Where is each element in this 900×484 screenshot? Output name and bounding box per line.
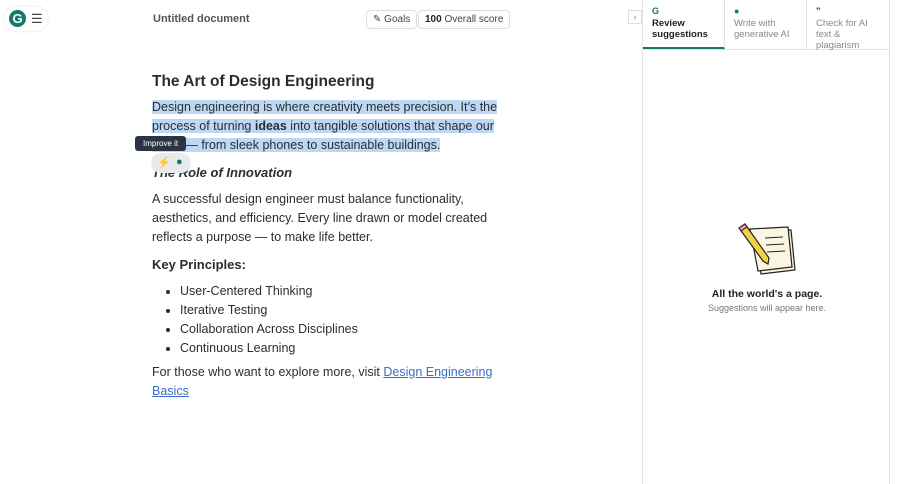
document-editor[interactable]: The Art of Design Engineering Design eng… [152, 72, 512, 401]
side-panel: G Review suggestions ● Write with generati… [642, 0, 890, 484]
logo-menu-pill[interactable]: G ☰ [4, 7, 48, 31]
tab-label: Check for AI text & plagiarism [816, 18, 868, 51]
pencil-paper-illustration [738, 223, 796, 275]
tab-label: Review suggestions [652, 18, 708, 40]
tab-generative-ai[interactable]: ● Write with generative AI [725, 0, 807, 49]
list-item: Collaboration Across Disciplines [180, 320, 512, 339]
empty-title: All the world's a page. [711, 288, 823, 300]
score-value: 100 [425, 14, 442, 25]
improve-tooltip: Improve it [135, 136, 187, 151]
goals-button[interactable]: ✎ Goals [366, 10, 418, 29]
lightbulb-icon[interactable]: ● [176, 156, 183, 168]
empty-state: All the world's a page. Suggestions will… [643, 222, 891, 313]
innovation-heading: The Role of Innovation [152, 165, 293, 180]
overall-score-button[interactable]: 100 Overall score [418, 10, 511, 29]
principles-list: User-Centered Thinking Iterative Testing… [180, 282, 512, 358]
outro-text: For those who want to explore more, visi… [152, 365, 384, 379]
top-bar: G ☰ Untitled document ✎ Goals 100 Overal… [0, 0, 642, 38]
menu-icon[interactable]: ☰ [31, 11, 43, 27]
intro-bold: ideas [254, 119, 287, 133]
principles-heading: Key Principles: [152, 257, 246, 272]
goals-label: Goals [384, 14, 411, 25]
inline-actions: ⚡ ● [151, 153, 191, 173]
grammarly-icon: G [652, 6, 660, 16]
document-title[interactable]: Untitled document [153, 13, 250, 25]
tab-review-suggestions[interactable]: G Review suggestions [643, 0, 725, 49]
list-item: Iterative Testing [180, 301, 512, 320]
grammarly-logo[interactable]: G [9, 10, 26, 27]
improve-wand-icon[interactable]: ⚡ [157, 156, 171, 169]
goals-icon: ✎ [373, 14, 382, 25]
tab-label: Write with generative AI [734, 18, 790, 40]
list-item: User-Centered Thinking [180, 282, 512, 301]
lightbulb-icon: ● [734, 6, 740, 16]
empty-subtitle: Suggestions will appear here. [707, 303, 827, 313]
intro-paragraph: Design engineering is where creativity m… [152, 98, 512, 155]
tab-ai-plagiarism[interactable]: ❞ Check for AI text & plagiarism [807, 0, 889, 51]
score-label: Overall score [444, 14, 504, 25]
outro-paragraph: For those who want to explore more, visi… [152, 363, 512, 401]
collapse-panel-button[interactable]: › [628, 10, 642, 24]
list-item: Continuous Learning [180, 339, 512, 358]
doc-heading: The Art of Design Engineering [152, 73, 375, 90]
innovation-paragraph: A successful design engineer must balanc… [152, 192, 488, 244]
quote-icon: ❞ [816, 6, 821, 16]
